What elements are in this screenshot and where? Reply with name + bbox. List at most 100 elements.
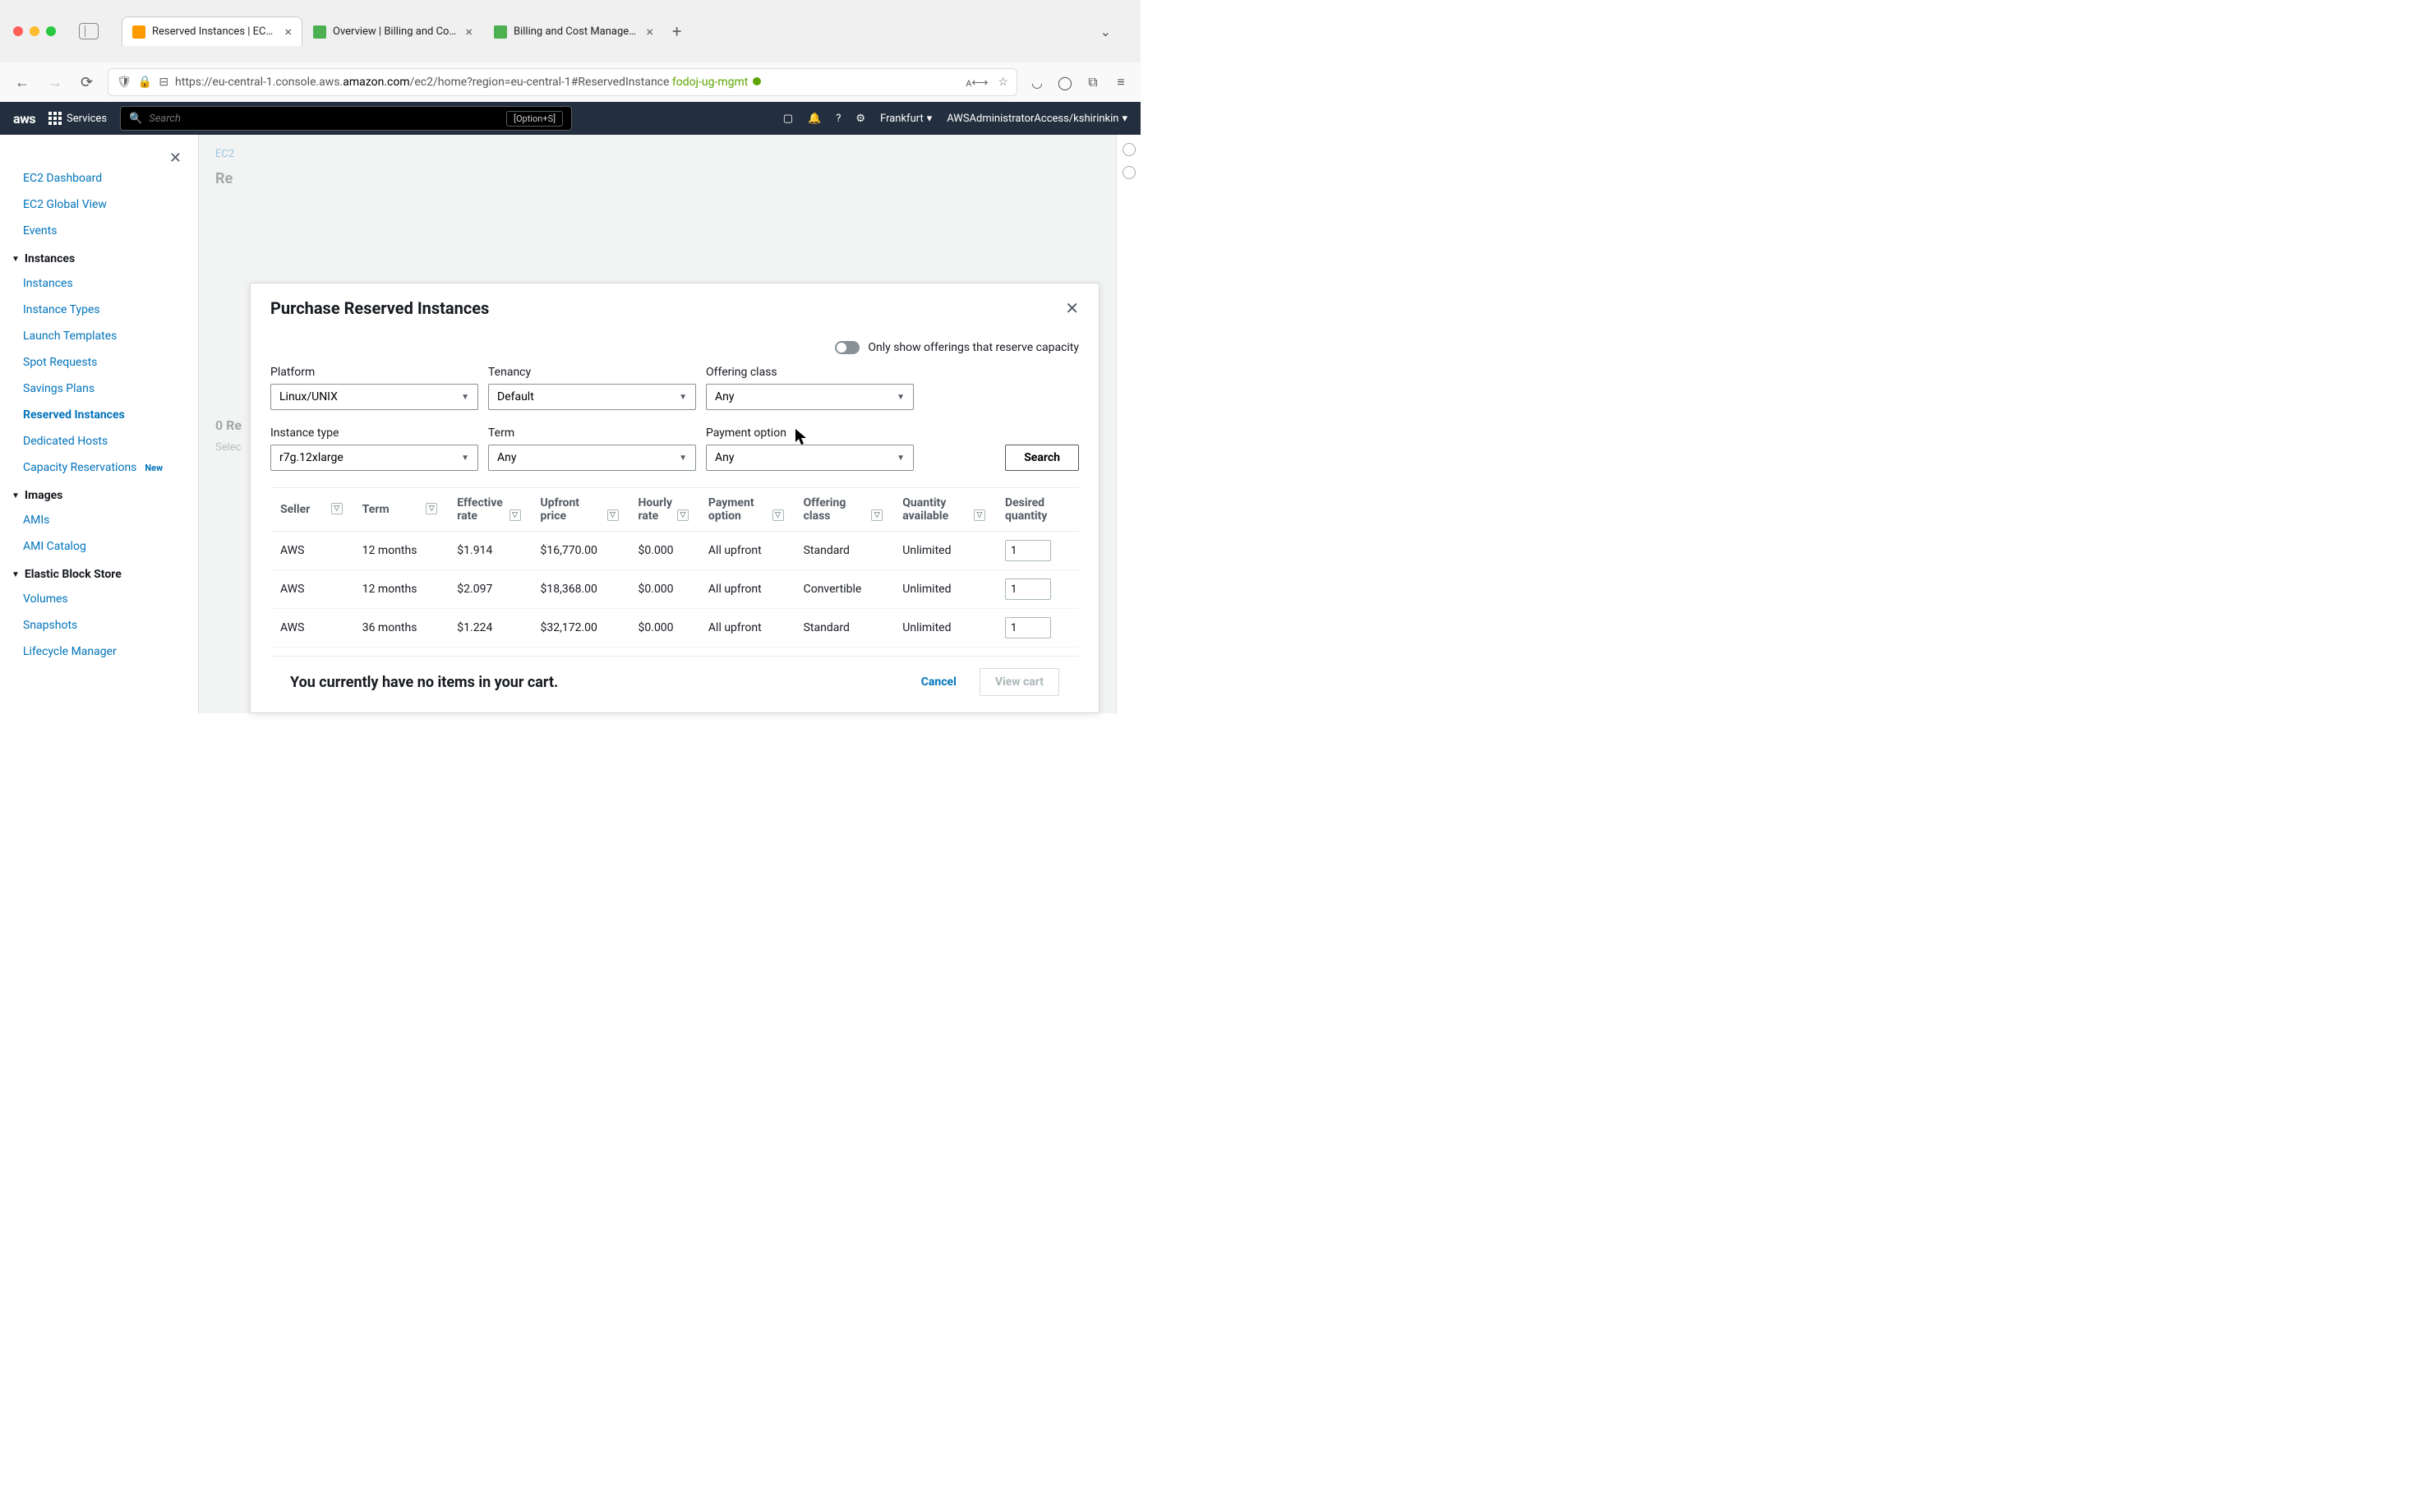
quantity-input[interactable] — [1005, 617, 1051, 638]
settings-icon[interactable]: ⚙ — [855, 113, 865, 125]
sidebar-item[interactable]: AMI Catalog — [0, 533, 198, 560]
reload-button[interactable]: ⟳ — [77, 71, 96, 94]
history-icon[interactable] — [1123, 166, 1136, 179]
back-button[interactable]: ← — [12, 71, 33, 94]
column-header[interactable]: Term▽ — [353, 488, 448, 532]
table-cell: All upfront — [699, 648, 794, 657]
sidebar-item[interactable]: Reserved Instances — [0, 402, 198, 428]
column-header[interactable]: Effectiverate▽ — [447, 488, 530, 532]
tab-close-icon[interactable]: × — [646, 24, 653, 39]
aws-search-input[interactable] — [149, 113, 500, 125]
aws-logo[interactable]: aws — [13, 111, 35, 127]
sidebar-item[interactable]: Events — [0, 218, 198, 244]
table-cell: $32,172.00 — [531, 609, 629, 648]
offering-class-select[interactable]: Any ▼ — [706, 384, 914, 410]
sidebar-item[interactable]: Instances — [0, 270, 198, 297]
browser-tab[interactable]: Overview | Billing and Cost Man × — [302, 16, 483, 46]
aws-search-bar[interactable]: 🔍 [Option+S] — [120, 106, 572, 131]
help-icon[interactable]: ? — [836, 113, 841, 125]
column-header[interactable]: Quantityavailable▽ — [892, 488, 995, 532]
sidebar-section-header[interactable]: ▼Elastic Block Store — [0, 560, 198, 586]
sidebar-item[interactable]: Snapshots — [0, 612, 198, 638]
quantity-input[interactable] — [1005, 540, 1051, 561]
platform-select[interactable]: Linux/UNIX ▼ — [270, 384, 478, 410]
sidebar-item[interactable]: Capacity Reservations New — [0, 454, 198, 481]
table-cell: Standard — [794, 609, 893, 648]
table-cell: AWS — [270, 532, 353, 570]
table-cell: $16,770.00 — [531, 532, 629, 570]
table-cell: Unlimited — [892, 648, 995, 657]
services-button[interactable]: Services — [48, 112, 107, 125]
sidebar-item[interactable]: AMIs — [0, 507, 198, 533]
column-header[interactable]: Upfrontprice▽ — [531, 488, 629, 532]
term-select[interactable]: Any ▼ — [488, 445, 696, 471]
column-header[interactable]: Paymentoption▽ — [699, 488, 794, 532]
lock-icon[interactable]: 🔒 — [138, 76, 152, 89]
modal-header: Purchase Reserved Instances ✕ — [251, 284, 1099, 333]
search-button[interactable]: Search — [1005, 445, 1079, 471]
notifications-icon[interactable]: 🔔 — [808, 113, 821, 125]
tab-close-icon[interactable]: × — [465, 24, 473, 39]
aws-header: aws Services 🔍 [Option+S] ▢ 🔔 ? ⚙ Frankf… — [0, 102, 1141, 135]
table-cell: $2.097 — [447, 570, 530, 609]
apps-grid-icon — [48, 112, 62, 125]
modal-close-icon[interactable]: ✕ — [1065, 298, 1079, 318]
sidebar-item[interactable]: Lifecycle Manager — [0, 638, 198, 665]
browser-tabs: Reserved Instances | EC2 | eu-c × Overvi… — [122, 16, 1094, 46]
column-header[interactable]: Seller▽ — [270, 488, 353, 532]
sidebar-toggle-icon[interactable] — [79, 23, 99, 39]
modal-title: Purchase Reserved Instances — [270, 298, 489, 318]
sidebar-item[interactable]: Dedicated Hosts — [0, 428, 198, 454]
sidebar-item[interactable]: Instance Types — [0, 297, 198, 323]
sidebar-close-icon[interactable]: ✕ — [169, 150, 182, 167]
sidebar-section-header[interactable]: ▼Instances — [0, 244, 198, 270]
search-icon: 🔍 — [129, 113, 142, 125]
info-icon[interactable] — [1123, 143, 1136, 156]
account-selector[interactable]: AWSAdministratorAccess/kshirinkin ▾ — [947, 113, 1127, 125]
extensions-icon[interactable]: ⧉ — [1085, 74, 1101, 90]
chevron-down-icon: ▼ — [461, 393, 469, 402]
sidebar-section-header[interactable]: ▼Images — [0, 481, 198, 507]
table-cell: Standard — [794, 532, 893, 570]
browser-tab-active[interactable]: Reserved Instances | EC2 | eu-c × — [122, 16, 302, 46]
table-cell: 12 months — [353, 570, 448, 609]
minimize-window-button[interactable] — [30, 26, 39, 36]
shield-icon[interactable]: 🛡 — [117, 76, 131, 89]
navigation-bar: ← → ⟳ 🛡 🔒 ⊟ https://eu-central-1.console… — [0, 62, 1141, 102]
translate-icon[interactable]: ᴀ⟷ — [966, 76, 988, 90]
column-header[interactable]: Hourlyrate▽ — [629, 488, 699, 532]
sidebar-item[interactable]: Savings Plans — [0, 376, 198, 402]
address-bar[interactable]: 🛡 🔒 ⊟ https://eu-central-1.console.aws.a… — [108, 68, 1017, 96]
pocket-icon[interactable]: ◡ — [1029, 74, 1045, 90]
sidebar-item[interactable]: Spot Requests — [0, 349, 198, 376]
filter-grid: Platform Linux/UNIX ▼ Tenancy Default ▼ … — [270, 366, 1079, 471]
browser-tab[interactable]: Billing and Cost Management | × — [483, 16, 664, 46]
billing-favicon-icon — [313, 25, 326, 39]
menu-icon[interactable]: ≡ — [1113, 74, 1129, 90]
sidebar-item[interactable]: Launch Templates — [0, 323, 198, 349]
sidebar-item[interactable]: Volumes — [0, 586, 198, 612]
tenancy-select[interactable]: Default ▼ — [488, 384, 696, 410]
region-selector[interactable]: Frankfurt ▾ — [880, 113, 932, 125]
maximize-window-button[interactable] — [46, 26, 56, 36]
tab-close-icon[interactable]: × — [284, 24, 292, 39]
quantity-input[interactable] — [1005, 579, 1051, 600]
sidebar-item[interactable]: EC2 Global View — [0, 191, 198, 218]
column-header[interactable]: Offeringclass▽ — [794, 488, 893, 532]
billing-favicon-icon — [494, 25, 507, 39]
instance-type-select[interactable]: r7g.12xlarge ▼ — [270, 445, 478, 471]
cancel-button[interactable]: Cancel — [910, 669, 968, 695]
sort-icon: ▽ — [871, 509, 883, 521]
platform-filter: Platform Linux/UNIX ▼ — [270, 366, 478, 410]
tabs-dropdown-icon[interactable]: ⌄ — [1100, 24, 1111, 39]
account-icon[interactable]: ◯ — [1057, 74, 1073, 90]
new-tab-button[interactable]: + — [664, 21, 689, 41]
table-cell: AWS — [270, 648, 353, 657]
capacity-toggle[interactable] — [835, 341, 860, 354]
close-window-button[interactable] — [13, 26, 23, 36]
cloudshell-icon[interactable]: ▢ — [783, 113, 793, 125]
bookmark-star-icon[interactable]: ☆ — [998, 76, 1008, 89]
permissions-icon[interactable]: ⊟ — [159, 76, 168, 89]
sidebar-item[interactable]: EC2 Dashboard — [0, 172, 198, 191]
payment-option-select[interactable]: Any ▼ — [706, 445, 914, 471]
